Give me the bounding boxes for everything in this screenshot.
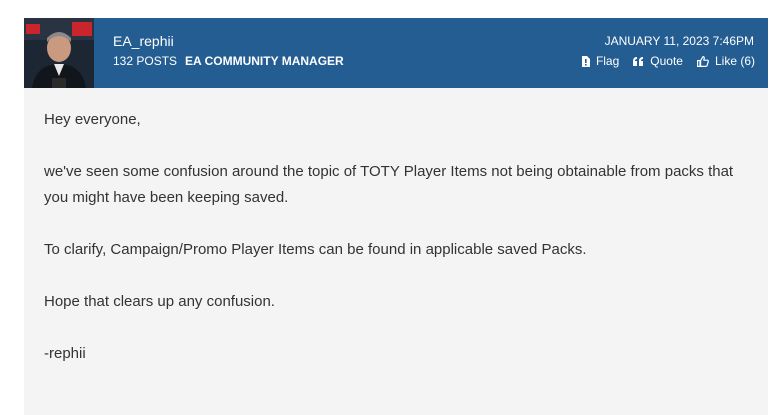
author-name[interactable]: EA_rephii xyxy=(113,33,174,49)
author-rank-badge: EA COMMUNITY MANAGER xyxy=(185,54,344,68)
thumbs-up-icon xyxy=(696,55,709,67)
post-count: 132 POSTS xyxy=(113,54,178,68)
quote-button[interactable]: Quote xyxy=(633,54,683,68)
avatar[interactable] xyxy=(24,18,94,88)
post-actions: Flag Quote Like (6) xyxy=(581,54,755,68)
post-paragraph: we've seen some confusion around the top… xyxy=(44,163,734,206)
flag-label: Flag xyxy=(595,54,620,68)
quote-icon xyxy=(633,56,644,66)
post-body: Hey everyone, we've seen some confusion … xyxy=(24,88,768,367)
post-paragraph: Hey everyone, xyxy=(44,111,141,128)
post-date: JANUARY 11, 2023 7:46PM xyxy=(604,34,754,48)
post-paragraph: Hope that clears up any confusion. xyxy=(44,293,275,310)
post-signature: -rephii xyxy=(44,345,86,362)
post-header: EA_rephii 132 POSTS EA COMMUNITY MANAGER … xyxy=(24,18,768,88)
like-button[interactable]: Like (6) xyxy=(696,54,755,68)
flag-button[interactable]: Flag xyxy=(581,54,619,68)
author-meta: 132 POSTS EA COMMUNITY MANAGER xyxy=(113,54,344,68)
flag-icon xyxy=(581,55,590,67)
quote-label: Quote xyxy=(650,54,683,68)
avatar-image xyxy=(24,18,94,88)
post-paragraph: To clarify, Campaign/Promo Player Items … xyxy=(44,241,587,258)
forum-post: EA_rephii 132 POSTS EA COMMUNITY MANAGER … xyxy=(24,18,768,415)
like-label: Like (6) xyxy=(714,54,755,68)
